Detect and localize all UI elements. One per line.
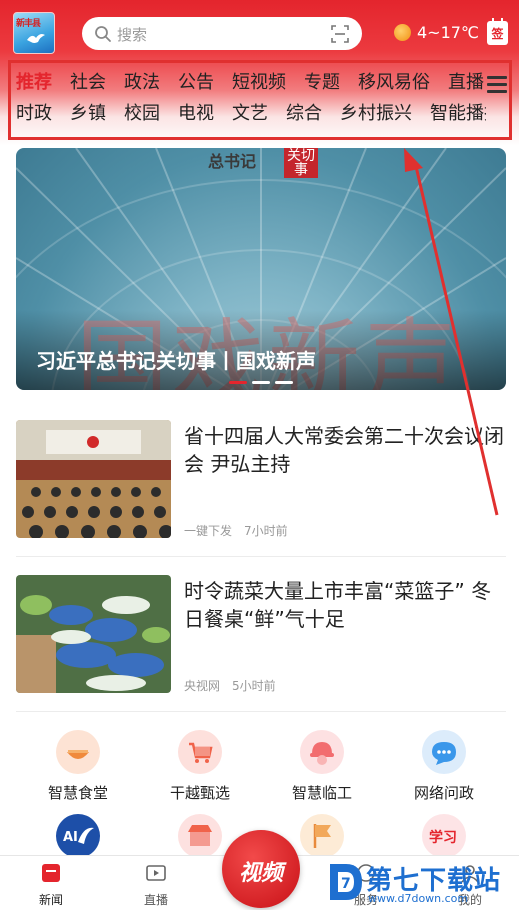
app-logo[interactable]: 新丰县 (13, 12, 55, 54)
news-meta: 央视网 5小时前 (184, 677, 276, 694)
banner-tag-text: 总书记 (208, 152, 257, 171)
news-headline: 时令蔬菜大量上市丰富“菜篮子” 冬日餐桌“鲜”气十足 (184, 579, 492, 631)
flag-icon (300, 814, 344, 858)
news-meta: 一键下发 7小时前 (184, 522, 288, 539)
carousel-dot (252, 381, 270, 384)
tab-general[interactable]: 综合 (286, 99, 322, 129)
nav-news-label: 新闻 (38, 893, 63, 907)
service-study[interactable]: 学习 (384, 814, 504, 858)
banner-tag-stamp: 关切事 (284, 148, 318, 178)
service-online-politics[interactable]: 网络问政 (384, 730, 504, 803)
video-button[interactable]: 视频 (222, 830, 300, 908)
tab-campus[interactable]: 校园 (124, 99, 160, 129)
worker-helmet-icon (300, 730, 344, 774)
tab-announcement[interactable]: 公告 (178, 68, 214, 98)
divider (16, 711, 506, 712)
logo-text: 新丰县 (16, 19, 41, 29)
svg-text:7: 7 (341, 876, 351, 892)
carousel-dot-active (229, 381, 247, 384)
watermark-d-icon: 7 (330, 864, 362, 900)
banner-tag: 总书记 关切事 (208, 148, 338, 178)
news-source: 一键下发 (184, 524, 233, 538)
banner-title: 习近平总书记关切事丨国戏新声 (36, 349, 316, 373)
tab-society[interactable]: 社会 (70, 68, 106, 98)
tab-smart-broadcast[interactable]: 智能播报 (430, 99, 486, 129)
nav-live[interactable]: 直播 (126, 862, 186, 908)
weather-widget[interactable]: 4~17℃ (394, 23, 479, 42)
tab-rural-revitalization[interactable]: 乡村振兴 (340, 99, 412, 129)
service-label: 智慧临工 (291, 784, 352, 802)
news-thumbnail (16, 420, 171, 538)
nav-news[interactable]: 新闻 (21, 862, 81, 908)
nav-live-label: 直播 (143, 893, 168, 907)
tab-arts[interactable]: 文艺 (232, 99, 268, 129)
carousel-dot (275, 381, 293, 384)
divider (16, 556, 506, 557)
store-icon (178, 814, 222, 858)
video-button-label: 视频 (238, 861, 283, 886)
news-time: 7小时前 (244, 524, 288, 538)
study-icon: 学习 (422, 814, 466, 858)
bird-icon (27, 34, 45, 43)
tab-tv[interactable]: 电视 (178, 99, 214, 129)
news-item[interactable]: 省十四届人大常委会第二十次会议闭会 尹弘主持 一键下发 7小时前 (16, 420, 506, 540)
news-icon (42, 864, 60, 882)
tab-recommend[interactable]: 推荐 (16, 68, 52, 98)
sign-in-label: 签 (491, 27, 504, 41)
banner-carousel[interactable]: 国戏新声 总书记 关切事 习近平总书记关切事丨国戏新声 (16, 148, 506, 390)
tab-customs[interactable]: 移风易俗 (358, 68, 430, 98)
tab-politics-law[interactable]: 政法 (124, 68, 160, 98)
news-source: 央视网 (184, 679, 221, 693)
tab-short-video[interactable]: 短视频 (232, 68, 286, 98)
live-tv-icon (146, 865, 166, 881)
news-headline: 省十四届人大常委会第二十次会议闭会 尹弘主持 (184, 424, 504, 476)
service-shopping[interactable]: 干越甄选 (140, 730, 260, 803)
service-ai-assistant[interactable]: AI (18, 814, 138, 858)
service-label: 网络问政 (413, 784, 474, 802)
scan-icon[interactable] (331, 25, 349, 43)
study-icon-text: 学习 (429, 829, 457, 846)
shopping-cart-icon (178, 730, 222, 774)
chat-bubble-icon (422, 730, 466, 774)
service-canteen[interactable]: 智慧食堂 (18, 730, 138, 803)
ai-assistant-icon: AI (56, 814, 100, 858)
tab-topic[interactable]: 专题 (304, 68, 340, 98)
carousel-indicator (229, 381, 293, 384)
sun-icon (394, 24, 411, 41)
service-label: 智慧食堂 (47, 784, 108, 802)
news-time: 5小时前 (232, 679, 276, 693)
menu-icon[interactable] (487, 76, 507, 94)
canteen-icon (56, 730, 100, 774)
watermark-url: www.d7down.com (368, 892, 469, 905)
news-item[interactable]: 时令蔬菜大量上市丰富“菜篮子” 冬日餐桌“鲜”气十足 央视网 5小时前 (16, 575, 506, 695)
service-temp-work[interactable]: 智慧临工 (262, 730, 382, 803)
service-label: 干越甄选 (169, 784, 230, 802)
svg-text:AI: AI (63, 830, 78, 845)
tab-current-affairs[interactable]: 时政 (16, 99, 52, 129)
category-tabs-row-2: 时政 乡镇 校园 电视 文艺 综合 乡村振兴 智能播报 (16, 99, 486, 129)
news-thumbnail (16, 575, 171, 693)
tab-townships[interactable]: 乡镇 (70, 99, 106, 129)
search-icon (95, 26, 111, 42)
sign-in-button[interactable]: 签 (487, 18, 508, 45)
tab-live[interactable]: 直播 (448, 68, 484, 98)
search-placeholder: 搜索 (117, 26, 148, 44)
category-tabs-row-1: 推荐 社会 政法 公告 短视频 专题 移风易俗 直播 (16, 68, 486, 98)
watermark-logo: 7 第七下载站 www.d7down.com (326, 858, 516, 908)
temperature-text: 4~17℃ (417, 23, 479, 42)
calendar-rings-icon (492, 18, 503, 24)
search-bar[interactable]: 搜索 (82, 17, 362, 50)
